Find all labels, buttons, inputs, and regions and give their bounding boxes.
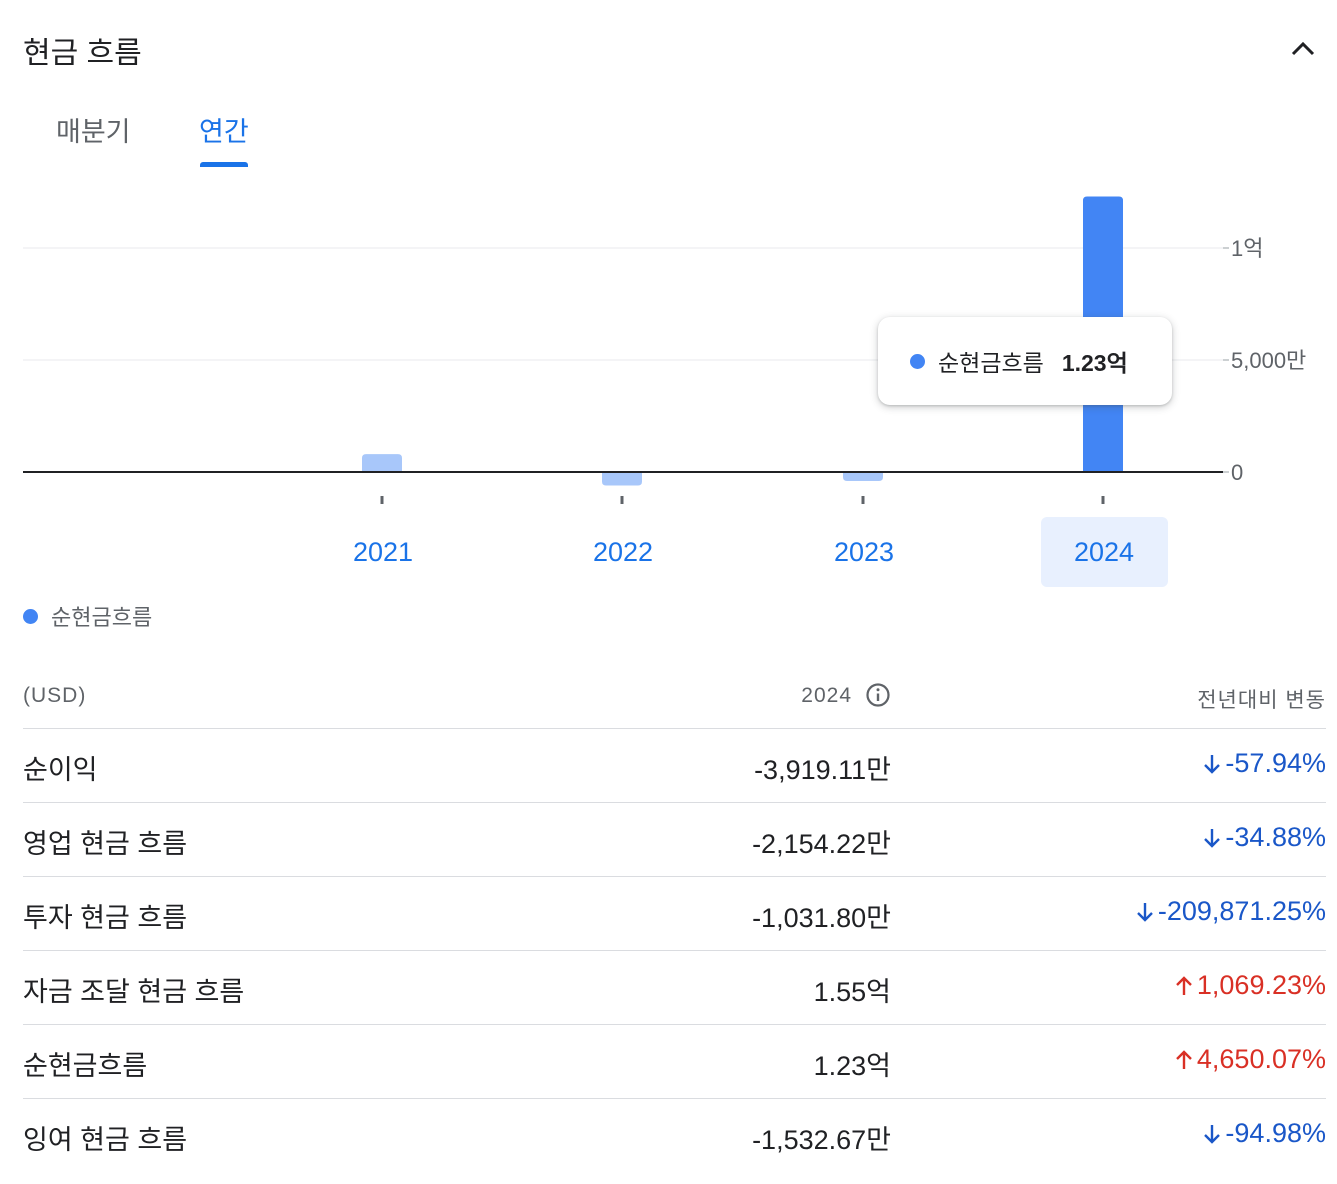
collapse-button[interactable] bbox=[1284, 30, 1322, 66]
row-label: 자금 조달 현금 흐름 bbox=[23, 977, 245, 1007]
row-change-value: -94.98% bbox=[1225, 1118, 1326, 1148]
row-change: -57.94% bbox=[1202, 748, 1326, 779]
row-change-value: -209,871.25% bbox=[1157, 896, 1326, 926]
row-change: -34.88% bbox=[1202, 822, 1326, 853]
section-title: 현금 흐름 bbox=[23, 37, 142, 70]
arrow-down-icon bbox=[1204, 828, 1221, 848]
row-change-value: -34.88% bbox=[1225, 822, 1326, 852]
table-header: (USD) 2024 전년대비 변동 bbox=[23, 660, 1326, 729]
tab-quarterly[interactable]: 매분기 bbox=[56, 110, 131, 149]
row-change-value: 1,069.23% bbox=[1196, 970, 1326, 1000]
header-change: 전년대비 변동 bbox=[1197, 689, 1326, 712]
row-change: 1,069.23% bbox=[1174, 970, 1326, 1001]
y-tick-label: 1억 bbox=[1231, 236, 1263, 261]
tooltip-series-dot bbox=[910, 353, 925, 369]
x-category-2021[interactable]: 2021 bbox=[353, 537, 413, 567]
x-category-2024[interactable]: 2024 bbox=[1074, 537, 1134, 567]
x-category-2023[interactable]: 2023 bbox=[834, 537, 894, 567]
row-label: 순현금흐름 bbox=[23, 1051, 148, 1081]
row-value: -3,919.11만 bbox=[754, 755, 891, 785]
arrow-up-icon bbox=[1176, 1049, 1192, 1069]
table-row: 투자 현금 흐름 -1,031.80만 -209,871.25% bbox=[23, 877, 1326, 951]
y-tick-label: 0 bbox=[1231, 460, 1243, 485]
arrow-down-icon bbox=[1137, 902, 1153, 922]
chart-legend: 순현금흐름 bbox=[23, 600, 152, 632]
chevron-up-icon bbox=[1291, 41, 1315, 56]
row-value: -1,532.67만 bbox=[752, 1125, 891, 1155]
row-value: -1,031.80만 bbox=[752, 903, 891, 933]
table-row: 잉여 현금 흐름 -1,532.67만 -94.98% bbox=[23, 1099, 1326, 1173]
legend-dot bbox=[23, 608, 38, 624]
arrow-up-icon bbox=[1176, 975, 1192, 995]
row-label: 영업 현금 흐름 bbox=[23, 829, 188, 859]
table-row: 자금 조달 현금 흐름 1.55억 1,069.23% bbox=[23, 951, 1326, 1025]
bar-2022[interactable] bbox=[602, 472, 642, 486]
row-label: 투자 현금 흐름 bbox=[23, 903, 188, 933]
active-tab-indicator bbox=[200, 162, 248, 167]
row-change: -94.98% bbox=[1202, 1118, 1326, 1149]
tooltip-series-name: 순현금흐름 bbox=[938, 350, 1044, 376]
arrow-down-icon bbox=[1204, 1124, 1221, 1144]
row-label: 순이익 bbox=[23, 755, 98, 785]
arrow-down-icon bbox=[1204, 754, 1221, 774]
row-label: 잉여 현금 흐름 bbox=[23, 1125, 188, 1155]
table-row: 순현금흐름 1.23억 4,650.07% bbox=[23, 1025, 1326, 1099]
row-value: -2,154.22만 bbox=[752, 829, 891, 859]
bar-2023[interactable] bbox=[843, 472, 883, 481]
chart-tooltip: 순현금흐름 1.23억 bbox=[878, 317, 1172, 405]
x-category-2022[interactable]: 2022 bbox=[593, 537, 653, 567]
row-change-value: -57.94% bbox=[1225, 748, 1326, 778]
header-unit: (USD) bbox=[23, 684, 87, 707]
bar-2021[interactable] bbox=[362, 454, 402, 472]
table-row: 영업 현금 흐름 -2,154.22만 -34.88% bbox=[23, 803, 1326, 877]
header-year: 2024 bbox=[801, 684, 852, 707]
tab-annual[interactable]: 연간 bbox=[199, 110, 249, 149]
row-change: 4,650.07% bbox=[1174, 1044, 1326, 1075]
row-value: 1.55억 bbox=[813, 977, 891, 1007]
info-icon[interactable] bbox=[865, 682, 891, 708]
cash-flow-table: (USD) 2024 전년대비 변동 순이익 -3,919.11만 -57.94% 영… bbox=[23, 660, 1326, 1173]
table-row: 순이익 -3,919.11만 -57.94% bbox=[23, 729, 1326, 803]
row-value: 1.23억 bbox=[813, 1051, 891, 1081]
tooltip-value: 1.23억 bbox=[1061, 350, 1128, 376]
legend-label: 순현금흐름 bbox=[51, 605, 153, 630]
row-change-value: 4,650.07% bbox=[1196, 1044, 1326, 1074]
row-change: -209,871.25% bbox=[1135, 896, 1326, 927]
y-tick-label: 5,000만 bbox=[1231, 348, 1306, 373]
